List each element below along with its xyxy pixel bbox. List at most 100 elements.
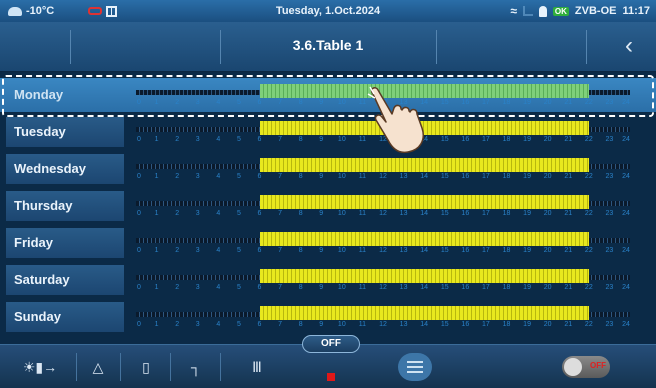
hour-tick: 19 bbox=[523, 321, 531, 328]
link-icon bbox=[88, 7, 103, 15]
hour-tick: 9 bbox=[319, 173, 324, 180]
hour-tick: 10 bbox=[337, 173, 346, 180]
hour-tick: 3 bbox=[195, 136, 200, 143]
auto-mode-button[interactable]: ☀▮→ bbox=[10, 353, 70, 381]
hour-tick: 21 bbox=[564, 136, 573, 143]
hour-tick: 16 bbox=[461, 173, 470, 180]
day-row-saturday[interactable]: Saturday 0 1 2 3 4 5 6 7 8 9 10 11 12 13 14 15 16 17 18 19 20… bbox=[0, 263, 656, 297]
hour-tick: 6 bbox=[257, 321, 262, 328]
day-row-monday[interactable]: Monday0123456789101112131415161718192021… bbox=[0, 78, 656, 112]
hour-tick: 18 bbox=[502, 99, 511, 106]
hour-tick: 11 bbox=[358, 247, 367, 254]
day-label: Monday bbox=[14, 87, 64, 102]
on-period bbox=[259, 158, 589, 172]
hour-tick: 10 bbox=[337, 321, 346, 328]
hour-tick: 18 bbox=[502, 136, 511, 143]
hour-tick: 24 bbox=[622, 136, 630, 143]
toggle-label: OFF bbox=[590, 361, 606, 370]
hour-tick: 24 bbox=[622, 99, 630, 106]
hour-tick: 4 bbox=[216, 321, 221, 328]
hour-tick: 17 bbox=[482, 173, 490, 180]
menu-button[interactable] bbox=[398, 353, 432, 381]
hour-tick: 20 bbox=[543, 210, 552, 217]
hour-tick: 2 bbox=[175, 136, 180, 143]
signal-icon bbox=[522, 6, 533, 16]
status-time: 11:17 bbox=[622, 5, 650, 17]
hour-tick: 3 bbox=[195, 284, 200, 291]
hour-tick: 8 bbox=[298, 173, 303, 180]
hour-scale: 0123456789101112131415161718192021222324 bbox=[136, 210, 630, 219]
hour-tick: 6 bbox=[257, 284, 262, 291]
hour-tick: 23 bbox=[605, 136, 614, 143]
flame-button[interactable]: △ bbox=[82, 353, 114, 381]
hour-tick: 17 bbox=[482, 99, 490, 106]
person-icon bbox=[538, 5, 547, 17]
mode-off-label[interactable]: OFF bbox=[302, 335, 360, 353]
flame-icon: △ bbox=[92, 359, 104, 375]
stop-indicator bbox=[327, 373, 335, 381]
hour-tick: 9 bbox=[319, 321, 324, 328]
hour-tick: 15 bbox=[440, 247, 449, 254]
device-button[interactable]: ▯ bbox=[128, 353, 164, 381]
hour-tick: 23 bbox=[605, 210, 614, 217]
timeline-bar[interactable]: 0123456789101112131415161718192021222324 bbox=[136, 269, 630, 293]
hour-tick: 14 bbox=[420, 210, 429, 217]
hour-tick: 7 bbox=[278, 284, 283, 291]
day-row-friday[interactable]: Friday 0 1 2 3 4 5 6 7 8 9 10 11 12 13 14 15 16 17 18 19 20 21… bbox=[0, 226, 656, 260]
hour-tick: 11 bbox=[358, 136, 367, 143]
timeline-bar[interactable]: 0123456789101112131415161718192021222324 bbox=[136, 195, 630, 219]
hour-tick: 21 bbox=[564, 247, 573, 254]
day-row-wednesday[interactable]: Wednesday 0 1 2 3 4 5 6 7 8 9 10 11 12 13 14 15 16 17 18 19 2… bbox=[0, 152, 656, 186]
hour-tick: 21 bbox=[564, 173, 573, 180]
hour-tick: 12 bbox=[379, 173, 387, 180]
hour-tick: 5 bbox=[236, 99, 241, 106]
device-icon: ▯ bbox=[142, 359, 150, 375]
hour-tick: 17 bbox=[482, 284, 490, 291]
hour-tick: 23 bbox=[605, 284, 614, 291]
hour-scale: 0123456789101112131415161718192021222324 bbox=[136, 321, 630, 330]
hour-tick: 1 bbox=[154, 173, 159, 180]
hour-tick: 1 bbox=[154, 321, 159, 328]
hour-tick: 12 bbox=[379, 284, 387, 291]
hour-tick: 20 bbox=[543, 99, 552, 106]
day-row-thursday[interactable]: Thursday 0 1 2 3 4 5 6 7 8 9 10 11 12 13 14 15 16 17 18 19 20… bbox=[0, 189, 656, 223]
hour-scale: 0123456789101112131415161718192021222324 bbox=[136, 284, 630, 293]
hour-tick: 1 bbox=[154, 210, 159, 217]
hour-tick: 20 bbox=[543, 247, 552, 254]
hour-tick: 0 bbox=[137, 99, 141, 106]
hour-tick: 13 bbox=[399, 284, 408, 291]
timeline-bar[interactable]: 0123456789101112131415161718192021222324 bbox=[136, 306, 630, 330]
hour-tick: 1 bbox=[154, 284, 159, 291]
hour-tick: 19 bbox=[523, 210, 531, 217]
hour-tick: 2 bbox=[175, 321, 180, 328]
timeline-bar[interactable]: 0123456789101112131415161718192021222324 bbox=[136, 232, 630, 256]
hour-tick: 22 bbox=[584, 136, 593, 143]
hour-tick: 6 bbox=[257, 99, 262, 106]
hour-tick: 2 bbox=[175, 247, 180, 254]
hour-tick: 8 bbox=[298, 99, 303, 106]
hour-tick: 19 bbox=[523, 284, 531, 291]
tap-button[interactable]: ┐ bbox=[178, 353, 214, 381]
timeline-bar[interactable]: 0123456789101112131415161718192021222324 bbox=[136, 158, 630, 182]
day-row-sunday[interactable]: Sunday 0 1 2 3 4 5 6 7 8 9 10 11 12 13 14 15 16 17 18 19 20 21… bbox=[0, 300, 656, 334]
hour-tick: 19 bbox=[523, 247, 531, 254]
hour-tick: 5 bbox=[236, 321, 241, 328]
day-row-tuesday[interactable]: Tuesday012345678910111213141516171819202… bbox=[0, 115, 656, 149]
hour-tick: 1 bbox=[154, 99, 159, 106]
day-label: Sunday bbox=[6, 302, 124, 332]
day-label: Thursday bbox=[6, 191, 124, 221]
hour-tick: 10 bbox=[337, 247, 346, 254]
off-toggle[interactable]: OFF bbox=[562, 356, 610, 378]
radiator-button[interactable]: Ⅲ bbox=[228, 353, 286, 381]
hour-tick: 17 bbox=[482, 210, 490, 217]
outdoor-temperature: -10°C bbox=[26, 5, 55, 17]
back-button[interactable]: ‹ bbox=[614, 32, 644, 62]
hour-tick: 19 bbox=[523, 136, 531, 143]
hour-tick: 0 bbox=[137, 247, 141, 254]
hour-tick: 9 bbox=[319, 99, 324, 106]
hour-scale: 0123456789101112131415161718192021222324 bbox=[136, 247, 630, 256]
bottom-divider bbox=[220, 353, 221, 381]
on-period bbox=[259, 306, 589, 320]
menu-icon bbox=[407, 361, 423, 363]
hour-tick: 7 bbox=[278, 321, 283, 328]
